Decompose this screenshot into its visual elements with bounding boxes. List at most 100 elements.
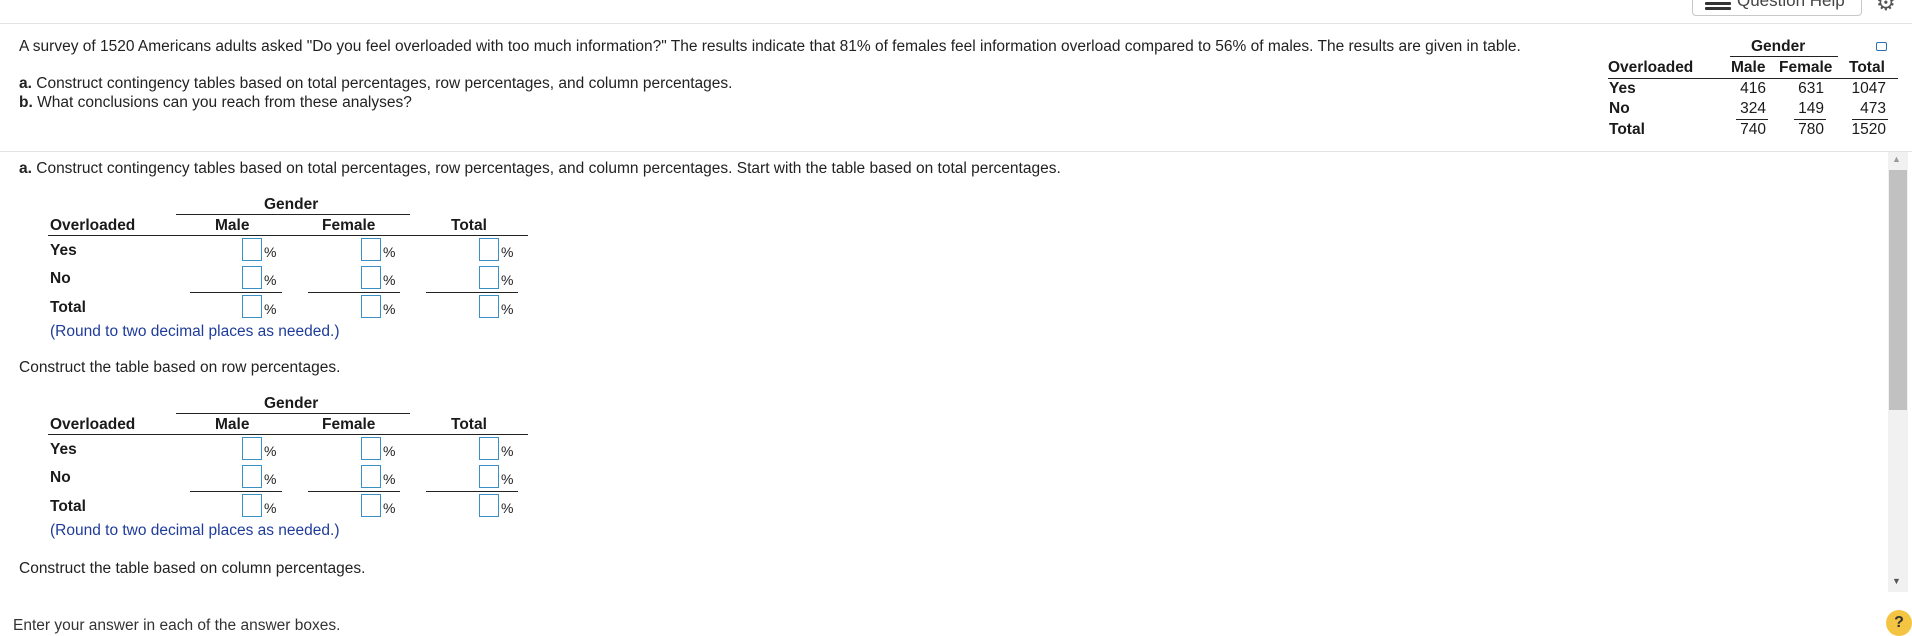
answer-input[interactable] [361,266,381,289]
sum-rule [426,292,518,293]
percent-unit: % [501,244,514,260]
answer-input[interactable] [242,437,262,460]
table-col-female: Female [322,217,376,234]
percent-unit: % [264,443,277,459]
part-a-prefix: a. [19,75,32,92]
given-col-total: Total [1849,59,1885,76]
list-icon [1705,0,1731,10]
sum-rule [1736,119,1768,120]
question-help-button[interactable]: Question Help [1692,0,1862,16]
given-cell: 631 [1798,80,1824,97]
answer-input[interactable] [242,295,262,318]
percent-unit: % [501,272,514,288]
given-cell: 473 [1860,100,1886,117]
percent-unit: % [383,443,396,459]
percent-unit: % [264,244,277,260]
given-cell: 780 [1798,121,1824,138]
part-b-prefix: b. [19,94,33,111]
table-col-female: Female [322,416,376,433]
percent-unit: % [383,301,396,317]
table-group-header: Gender [264,395,319,412]
percent-unit: % [264,301,277,317]
sum-rule [190,491,282,492]
answer-input[interactable] [479,238,499,261]
expand-table-icon[interactable] [1876,42,1887,51]
row-label-no: No [50,469,71,486]
answer-input[interactable] [361,238,381,261]
answer-input[interactable] [479,295,499,318]
percent-unit: % [264,272,277,288]
instruction-a-prefix: a. [19,160,32,177]
row-label-yes: Yes [50,242,77,259]
percent-unit: % [383,500,396,516]
given-cell: 149 [1798,100,1824,117]
gear-icon[interactable]: ⚙ [1876,0,1896,16]
given-row-label: No [1609,100,1630,117]
row-label-total: Total [50,299,86,316]
row-percent-instruction: Construct the table based on row percent… [19,359,341,376]
instruction-a: a. Construct contingency tables based on… [19,160,1061,178]
answer-input[interactable] [479,465,499,488]
answer-input[interactable] [242,238,262,261]
given-cell: 740 [1740,121,1766,138]
answer-input[interactable] [242,266,262,289]
table-row-header: Overloaded [50,217,136,234]
answer-input[interactable] [479,437,499,460]
answer-input[interactable] [361,494,381,517]
part-b-line: b. What conclusions can you reach from t… [19,94,412,112]
table-col-total: Total [451,217,487,234]
given-header-rule [1608,78,1898,79]
given-cell: 324 [1740,100,1766,117]
table-col-male: Male [215,217,250,234]
divider [0,151,1912,152]
table-group-header: Gender [264,196,319,213]
answer-input[interactable] [242,494,262,517]
answer-input[interactable] [361,437,381,460]
given-col-male: Male [1731,59,1766,76]
header-rule [48,434,528,435]
scroll-down-arrow-icon[interactable]: ▼ [1892,576,1901,586]
divider [0,23,1912,24]
given-row-header: Overloaded [1608,59,1694,76]
answer-input[interactable] [361,295,381,318]
question-help-label: Question Help [1737,0,1845,10]
percent-unit: % [264,471,277,487]
scrollbar-thumb[interactable] [1889,170,1907,410]
given-group-header: Gender [1751,38,1806,55]
table-row-header: Overloaded [50,416,136,433]
percent-unit: % [501,471,514,487]
sum-rule [190,292,282,293]
answer-input[interactable] [479,494,499,517]
rounding-hint: (Round to two decimal places as needed.) [50,522,340,539]
table-col-male: Male [215,416,250,433]
rounding-hint: (Round to two decimal places as needed.) [50,323,340,340]
given-row-label: Yes [1609,80,1636,97]
enter-answer-text: Enter your answer in each of the answer … [13,617,341,634]
answer-input[interactable] [361,465,381,488]
given-cell: 1047 [1851,80,1886,97]
sum-rule [308,292,400,293]
row-label-total: Total [50,498,86,515]
percent-unit: % [383,471,396,487]
sum-rule [426,491,518,492]
row-label-yes: Yes [50,441,77,458]
answer-input[interactable] [242,465,262,488]
help-icon[interactable]: ? [1886,610,1912,636]
problem-intro: A survey of 1520 Americans adults asked … [19,38,1521,55]
given-cell: 1520 [1851,121,1886,138]
part-a-line: a. Construct contingency tables based on… [19,75,732,93]
group-rule [176,413,410,414]
part-a-text: Construct contingency tables based on to… [36,75,733,92]
row-label-no: No [50,270,71,287]
scroll-up-arrow-icon[interactable]: ▲ [1892,154,1901,164]
header-rule [48,235,528,236]
percent-unit: % [383,272,396,288]
sum-rule [1794,119,1826,120]
part-b-text: What conclusions can you reach from thes… [37,94,412,111]
answer-input[interactable] [479,266,499,289]
instruction-a-text: Construct contingency tables based on to… [36,160,1061,177]
group-rule [176,214,410,215]
column-percent-instruction: Construct the table based on column perc… [19,560,366,577]
given-row-label: Total [1609,121,1645,138]
given-col-female: Female [1779,59,1833,76]
